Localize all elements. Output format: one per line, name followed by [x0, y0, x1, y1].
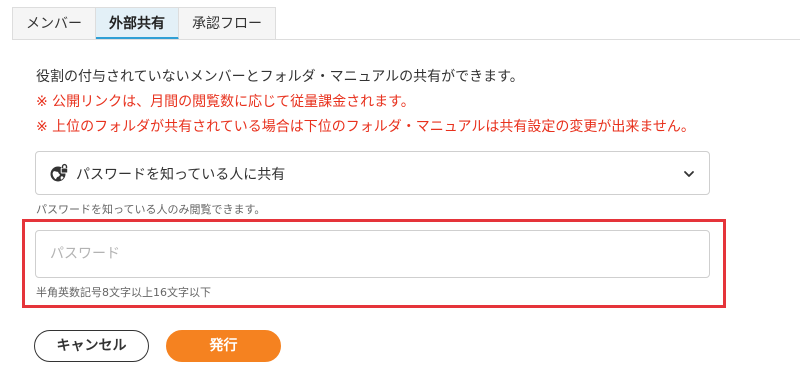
- warning-inheritance: ※ 上位のフォルダが共有されている場合は下位のフォルダ・マニュアルは共有設定の変…: [36, 119, 695, 135]
- description-text: 役割の付与されていないメンバーとフォルダ・マニュアルの共有ができます。: [36, 69, 524, 85]
- tab-bar: メンバー 外部共有 承認フロー: [12, 7, 276, 40]
- chevron-down-icon: [684, 171, 694, 177]
- warning-billing: ※ 公開リンクは、月間の閲覧数に応じて従量課金されます。: [36, 94, 415, 110]
- tab-approval-flow[interactable]: 承認フロー: [179, 7, 276, 40]
- share-scope-hint: パスワードを知っている人のみ閲覧できます。: [36, 203, 266, 216]
- tab-external-share[interactable]: 外部共有: [96, 7, 179, 40]
- password-input[interactable]: [35, 230, 710, 278]
- globe-lock-icon: [50, 163, 69, 182]
- tab-members[interactable]: メンバー: [12, 7, 96, 40]
- tab-divider: [12, 39, 800, 40]
- cancel-button[interactable]: キャンセル: [34, 330, 149, 362]
- issue-button[interactable]: 発行: [166, 330, 281, 362]
- share-scope-select[interactable]: パスワードを知っている人に共有: [35, 151, 710, 195]
- password-hint: 半角英数記号8文字以上16文字以下: [36, 286, 211, 299]
- share-scope-value: パスワードを知っている人に共有: [76, 167, 286, 183]
